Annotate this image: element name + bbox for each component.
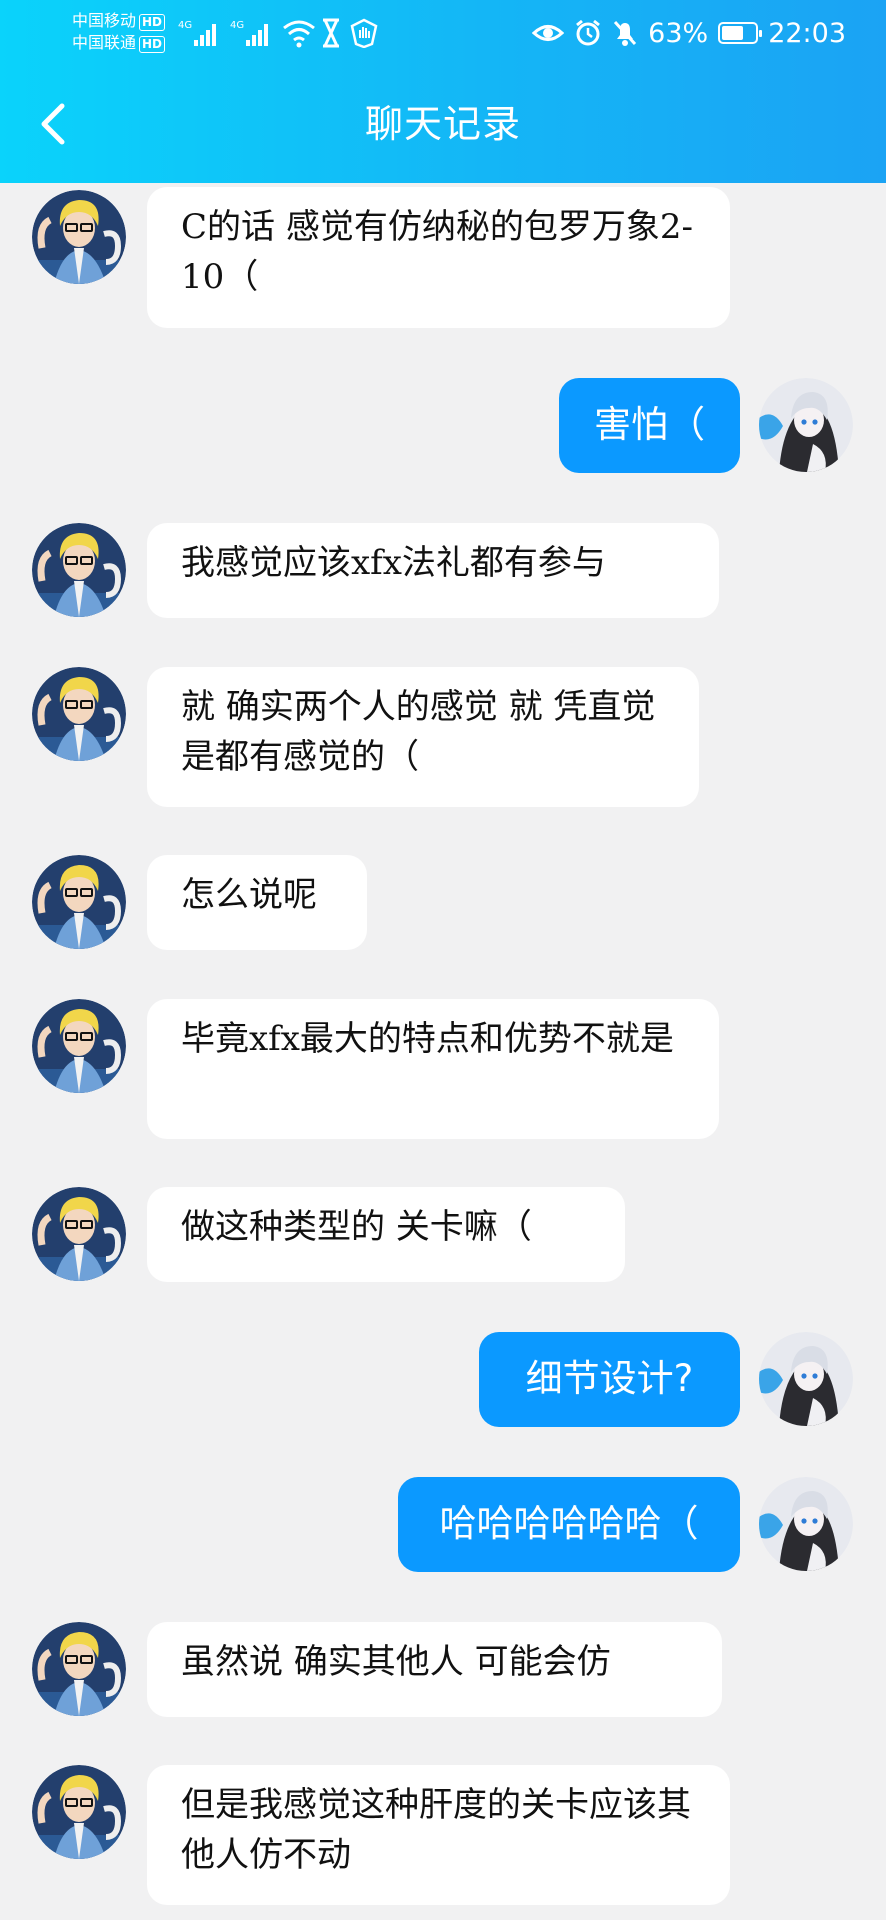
carrier-info: 中国移动 HD 中国联通 HD [72, 10, 166, 54]
contact-avatar[interactable] [32, 1765, 126, 1859]
message-text[interactable]: 毕竟xfx最大的特点和优势不就是 [147, 999, 719, 1139]
message-text[interactable]: 害怕（ [559, 378, 740, 473]
status-right: 63% 22:03 [532, 16, 846, 50]
contact-avatar[interactable] [32, 190, 126, 284]
message-text[interactable]: 我感觉应该xfx法礼都有参与 [147, 523, 719, 618]
my-avatar[interactable] [759, 378, 853, 472]
message-text[interactable]: 怎么说呢 [147, 855, 367, 950]
carrier-1: 中国移动 [72, 11, 137, 30]
message-text[interactable]: C的话 感觉有仿纳秘的包罗万象2-10（ [147, 187, 730, 328]
carrier-2: 中国联通 [72, 33, 137, 52]
status-bar: 中国移动 HD 中国联通 HD 4G 4G 63% 22:03 [0, 0, 886, 70]
my-avatar[interactable] [759, 1477, 853, 1571]
clock: 22:03 [768, 17, 846, 49]
message-text[interactable]: 但是我感觉这种肝度的关卡应该其他人仿不动 [147, 1765, 730, 1905]
message-text[interactable]: 哈哈哈哈哈哈（ [398, 1477, 740, 1572]
mute-bell-icon [614, 20, 637, 46]
wifi-icon [283, 20, 315, 48]
network-type-2: 4G [230, 20, 244, 31]
title-bar: 中国移动 HD 中国联通 HD 4G 4G 63% 22:03 聊天记录 [0, 0, 886, 183]
message-text[interactable]: 做这种类型的 关卡嘛（ [147, 1187, 625, 1282]
hd-badge-1: HD [139, 14, 166, 31]
signal-icon-1: 4G [178, 20, 216, 46]
contact-avatar[interactable] [32, 667, 126, 761]
hourglass-icon [323, 18, 339, 48]
battery-icon [718, 22, 763, 44]
message-text[interactable]: 就 确实两个人的感觉 就 凭直觉是都有感觉的（ [147, 667, 699, 807]
battery-percent: 63% [648, 17, 709, 49]
eye-comfort-icon [532, 25, 565, 41]
contact-avatar[interactable] [32, 523, 126, 617]
my-avatar[interactable] [759, 1332, 853, 1426]
network-type-1: 4G [178, 20, 192, 31]
alarm-icon [576, 19, 601, 46]
contact-avatar[interactable] [32, 999, 126, 1093]
hd-badge-2: HD [139, 36, 166, 53]
page-title: 聊天记录 [364, 102, 521, 146]
signal-icon-2: 4G [230, 20, 268, 46]
message-text[interactable]: 细节设计? [479, 1332, 740, 1427]
contact-avatar[interactable] [32, 855, 126, 949]
contact-avatar[interactable] [32, 1622, 126, 1716]
shield-hand-icon [350, 18, 378, 48]
contact-avatar[interactable] [32, 1187, 126, 1281]
message-text[interactable]: 虽然说 确实其他人 可能会仿 [147, 1622, 722, 1717]
